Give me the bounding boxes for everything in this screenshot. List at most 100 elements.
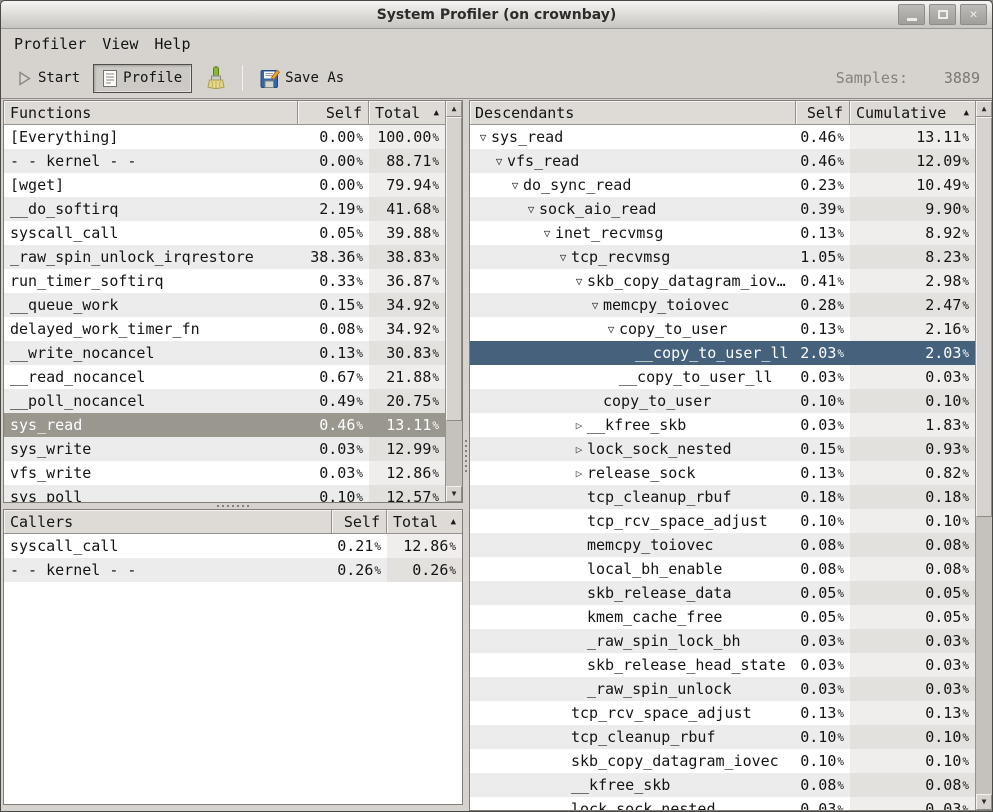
menu-profiler[interactable]: Profiler [6,32,94,56]
descendants-cumulative-column-header[interactable]: Cumulative▲ [850,101,975,125]
function-name: sys_read [10,416,82,434]
scroll-down-button[interactable]: ▼ [446,486,462,502]
table-row[interactable]: sys_read0.46 %13.11 % [4,413,445,437]
maximize-button[interactable] [929,4,956,25]
table-row[interactable]: local_bh_enable0.08 %0.08 % [470,557,975,581]
expander-open-icon[interactable]: ▽ [603,324,619,335]
table-row[interactable]: vfs_write0.03 %12.86 % [4,461,445,485]
table-row[interactable]: _raw_spin_unlock_irqrestore38.36 %38.83 … [4,245,445,269]
descendants-rows: ▽sys_read0.46 %13.11 %▽vfs_read0.46 %12.… [470,125,975,810]
play-icon [16,70,33,87]
table-row[interactable]: lock_sock_nested0.03 %0.03 % [470,797,975,810]
table-row[interactable]: [wget]0.00 %79.94 % [4,173,445,197]
save-as-button[interactable]: Save As [253,64,351,93]
expander-open-icon[interactable]: ▽ [523,204,539,215]
table-row[interactable]: - - kernel - -0.26 %0.26 % [4,558,462,582]
table-row[interactable]: skb_release_head_state0.03 %0.03 % [470,653,975,677]
table-row[interactable]: tcp_rcv_space_adjust0.10 %0.10 % [470,509,975,533]
expander-collapsed-icon[interactable]: ▷ [571,468,587,479]
table-row[interactable]: syscall_call0.21 %12.86 % [4,534,462,558]
reset-brush-button[interactable] [200,63,232,93]
expander-open-icon[interactable]: ▽ [571,276,587,287]
table-row[interactable]: delayed_work_timer_fn0.08 %34.92 % [4,317,445,341]
table-row[interactable]: ▽copy_to_user0.13 %2.16 % [470,317,975,341]
table-row[interactable]: ▽skb_copy_datagram_iov…0.41 %2.98 % [470,269,975,293]
table-row[interactable]: __queue_work0.15 %34.92 % [4,293,445,317]
expander-collapsed-icon[interactable]: ▷ [571,444,587,455]
table-row[interactable]: copy_to_user0.10 %0.10 % [470,389,975,413]
table-row[interactable]: ▽vfs_read0.46 %12.09 % [470,149,975,173]
callers-self-column-header[interactable]: Self [332,510,387,534]
callers-total-column-header[interactable]: Total▲ [387,510,462,534]
table-row[interactable]: __kfree_skb0.08 %0.08 % [470,773,975,797]
table-row[interactable]: sys_poll0.10 %12.57 % [4,485,445,502]
table-row[interactable]: ▽tcp_recvmsg1.05 %8.23 % [470,245,975,269]
percent-sign: % [961,299,969,312]
expander-collapsed-icon[interactable]: ▷ [571,420,587,431]
table-row[interactable]: __read_nocancel0.67 %21.88 % [4,365,445,389]
descendants-self-column-header[interactable]: Self [796,101,850,125]
scroll-up-button[interactable]: ▲ [976,101,992,117]
profile-toggle-button[interactable]: Profile [93,64,192,93]
functions-total-column-header[interactable]: Total▲ [369,101,445,125]
table-row[interactable]: ▽do_sync_read0.23 %10.49 % [470,173,975,197]
tree-indent [475,281,571,282]
table-row[interactable]: skb_release_data0.05 %0.05 % [470,581,975,605]
scroll-down-button[interactable]: ▼ [976,794,992,810]
tree-indent [475,209,523,210]
table-row[interactable]: ▽memcpy_toiovec0.28 %2.47 % [470,293,975,317]
table-row[interactable]: __copy_to_user_ll0.03 %0.03 % [470,365,975,389]
table-row[interactable]: [Everything]0.00 %100.00 % [4,125,445,149]
descendants-scrollbar[interactable]: ▲ ▼ [975,101,992,810]
scrollbar-trough[interactable] [446,117,462,486]
table-row[interactable]: ▽sock_aio_read0.39 %9.90 % [470,197,975,221]
callers-column-header[interactable]: Callers [4,510,332,534]
table-row[interactable]: __write_nocancel0.13 %30.83 % [4,341,445,365]
table-row[interactable]: ▷__kfree_skb0.03 %1.83 % [470,413,975,437]
expander-open-icon[interactable]: ▽ [475,132,491,143]
name-cell: ▽sys_read [470,125,796,149]
table-row[interactable]: ▷lock_sock_nested0.15 %0.93 % [470,437,975,461]
descendants-column-header[interactable]: Descendants [470,101,796,125]
table-row[interactable]: sys_write0.03 %12.99 % [4,437,445,461]
table-row[interactable]: _raw_spin_unlock0.03 %0.03 % [470,677,975,701]
table-row[interactable]: ▽sys_read0.46 %13.11 % [470,125,975,149]
functions-column-header[interactable]: Functions [4,101,298,125]
table-row[interactable]: memcpy_toiovec0.08 %0.08 % [470,533,975,557]
table-row[interactable]: __copy_to_user_ll2.03 %2.03 % [470,341,975,365]
table-row[interactable]: skb_copy_datagram_iovec0.10 %0.10 % [470,749,975,773]
menu-view[interactable]: View [94,32,146,56]
percent-sign: % [961,563,969,576]
table-row[interactable]: tcp_cleanup_rbuf0.10 %0.10 % [470,725,975,749]
functions-self-column-header[interactable]: Self [298,101,369,125]
expander-open-icon[interactable]: ▽ [491,156,507,167]
report-page-icon [103,70,117,87]
value-cell: 41.68 % [369,197,445,221]
table-row[interactable]: __do_softirq2.19 %41.68 % [4,197,445,221]
expander-open-icon[interactable]: ▽ [539,228,555,239]
menu-help[interactable]: Help [146,32,198,56]
scrollbar-trough[interactable] [976,117,992,794]
scrollbar-thumb[interactable] [446,117,462,421]
titlebar[interactable]: System Profiler (on crownbay) ✕ [1,1,992,29]
expander-open-icon[interactable]: ▽ [555,252,571,263]
expander-open-icon[interactable]: ▽ [507,180,523,191]
table-row[interactable]: tcp_cleanup_rbuf0.18 %0.18 % [470,485,975,509]
table-row[interactable]: syscall_call0.05 %39.88 % [4,221,445,245]
expander-open-icon[interactable]: ▽ [587,300,603,311]
table-row[interactable]: ▽inet_recvmsg0.13 %8.92 % [470,221,975,245]
close-button[interactable]: ✕ [960,4,987,25]
functions-scrollbar[interactable]: ▲ ▼ [445,101,462,502]
table-row[interactable]: tcp_rcv_space_adjust0.13 %0.13 % [470,701,975,725]
minimize-button[interactable] [898,4,925,25]
table-row[interactable]: _raw_spin_lock_bh0.03 %0.03 % [470,629,975,653]
table-row[interactable]: ▷release_sock0.13 %0.82 % [470,461,975,485]
table-row[interactable]: run_timer_softirq0.33 %36.87 % [4,269,445,293]
start-button[interactable]: Start [9,66,87,91]
value-cell: 20.75 % [369,389,445,413]
table-row[interactable]: - - kernel - -0.00 %88.71 % [4,149,445,173]
scroll-up-button[interactable]: ▲ [446,101,462,117]
scrollbar-thumb[interactable] [976,117,992,517]
table-row[interactable]: kmem_cache_free0.05 %0.05 % [470,605,975,629]
table-row[interactable]: __poll_nocancel0.49 %20.75 % [4,389,445,413]
